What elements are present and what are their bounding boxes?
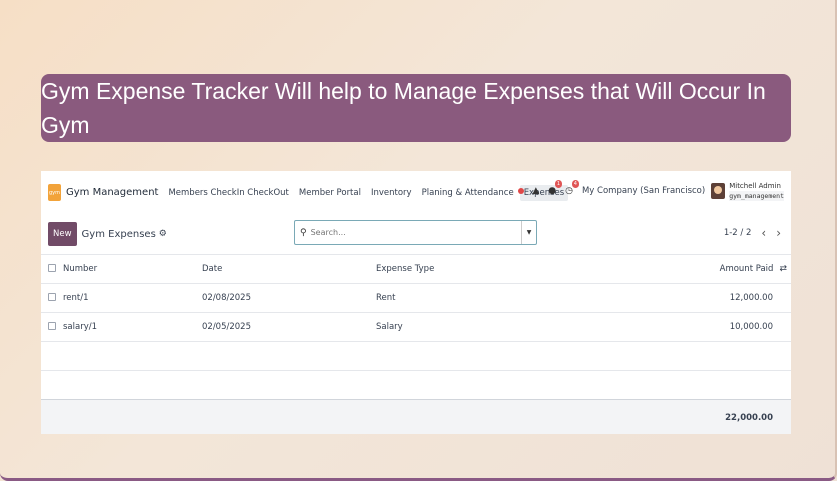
row-checkbox-cell <box>41 312 63 342</box>
app-logo-icon[interactable]: gym <box>48 184 61 201</box>
empty-cell <box>41 370 791 400</box>
column-header-amount-paid[interactable]: Amount Paid <box>720 264 774 274</box>
app-screenshot: gym Gym Management Members CheckIn Check… <box>41 171 791 434</box>
banner-line-2: Gym <box>41 112 90 138</box>
control-panel: New Gym Expenses ⚙ ⚲ ▼ 1-2 / 2 ‹ › <box>41 214 791 254</box>
menu-item-member-portal[interactable]: Member Portal <box>295 185 365 201</box>
empty-row <box>41 341 791 371</box>
search-bar: ⚲ ▼ <box>294 220 537 245</box>
search-icon: ⚲ <box>300 227 307 238</box>
chat-icon[interactable]: ● 1 <box>548 180 563 196</box>
pager: 1-2 / 2 ‹ › <box>724 227 781 239</box>
recording-dot-icon[interactable] <box>518 188 525 194</box>
user-avatar[interactable] <box>711 183 726 199</box>
main-menu: Members CheckIn CheckOut Member Portal I… <box>164 184 570 201</box>
cell-date: 02/08/2025 <box>202 283 376 313</box>
cell-number: salary/1 <box>63 312 202 342</box>
cell-expense-type: Rent <box>376 283 676 313</box>
breadcrumb-title: Gym Expenses <box>81 228 156 240</box>
cell-expense-type: Salary <box>376 312 676 342</box>
cell-number: rent/1 <box>63 283 202 313</box>
pager-value[interactable]: 1-2 / 2 <box>724 228 752 238</box>
banner-line-1: Gym Expense Tracker Will help to Manage … <box>41 78 766 104</box>
user-menu[interactable]: Mitchell Admin gym_management <box>729 181 784 201</box>
new-button[interactable]: New <box>48 222 77 246</box>
activity-clock-icon[interactable]: ◷ 4 <box>565 180 579 196</box>
menu-item-planing-attendance[interactable]: Planing & Attendance <box>418 185 518 201</box>
search-input[interactable] <box>310 228 511 237</box>
chat-badge: 1 <box>554 180 563 188</box>
table-header-row: Number Date Expense Type Amount Paid ⇄ <box>41 254 791 284</box>
table-row[interactable]: salary/1 02/05/2025 Salary 10,000.00 <box>41 312 791 342</box>
pager-next-icon[interactable]: › <box>776 227 781 239</box>
row-checkbox[interactable] <box>48 292 56 301</box>
gear-icon[interactable]: ⚙ <box>159 229 167 239</box>
column-options-icon[interactable]: ⇄ <box>779 264 787 274</box>
table-row[interactable]: rent/1 02/08/2025 Rent 12,000.00 <box>41 283 791 313</box>
shop-icon[interactable]: ▲ <box>532 186 539 196</box>
systray: ▲ ● 1 ◷ 4 My Company (San Francisco) Mitch… <box>518 180 784 201</box>
column-header-number[interactable]: Number <box>63 254 202 284</box>
row-checkbox[interactable] <box>48 321 56 330</box>
total-amount: 22,000.00 <box>676 399 791 434</box>
total-spacer-cell <box>41 399 676 434</box>
cell-amount: 10,000.00 <box>676 312 791 342</box>
expenses-list: Number Date Expense Type Amount Paid ⇄ re… <box>41 254 791 434</box>
company-switcher[interactable]: My Company (San Francisco) <box>582 186 705 196</box>
cell-date: 02/05/2025 <box>202 312 376 342</box>
app-name[interactable]: Gym Management <box>66 187 158 198</box>
select-all-cell <box>41 254 63 284</box>
activity-badge: 4 <box>571 180 579 188</box>
row-checkbox-cell <box>41 283 63 313</box>
pager-previous-icon[interactable]: ‹ <box>761 227 766 239</box>
column-header-amount-cell: Amount Paid ⇄ <box>676 254 791 284</box>
empty-row <box>41 370 791 400</box>
menu-item-members-checkin[interactable]: Members CheckIn CheckOut <box>164 185 292 201</box>
database-name: gym_management <box>729 191 784 201</box>
select-all-checkbox[interactable] <box>48 263 56 272</box>
total-row: 22,000.00 <box>41 399 791 434</box>
title-banner: Gym Expense Tracker Will help to Manage … <box>41 74 791 142</box>
column-header-date[interactable]: Date <box>202 254 376 284</box>
user-name: Mitchell Admin <box>729 182 781 190</box>
cell-amount: 12,000.00 <box>676 283 791 313</box>
menu-item-inventory[interactable]: Inventory <box>367 185 416 201</box>
search-options-toggle-icon[interactable]: ▼ <box>521 221 536 244</box>
column-header-expense-type[interactable]: Expense Type <box>376 254 676 284</box>
top-navbar: gym Gym Management Members CheckIn Check… <box>41 171 791 214</box>
empty-cell <box>41 341 791 371</box>
